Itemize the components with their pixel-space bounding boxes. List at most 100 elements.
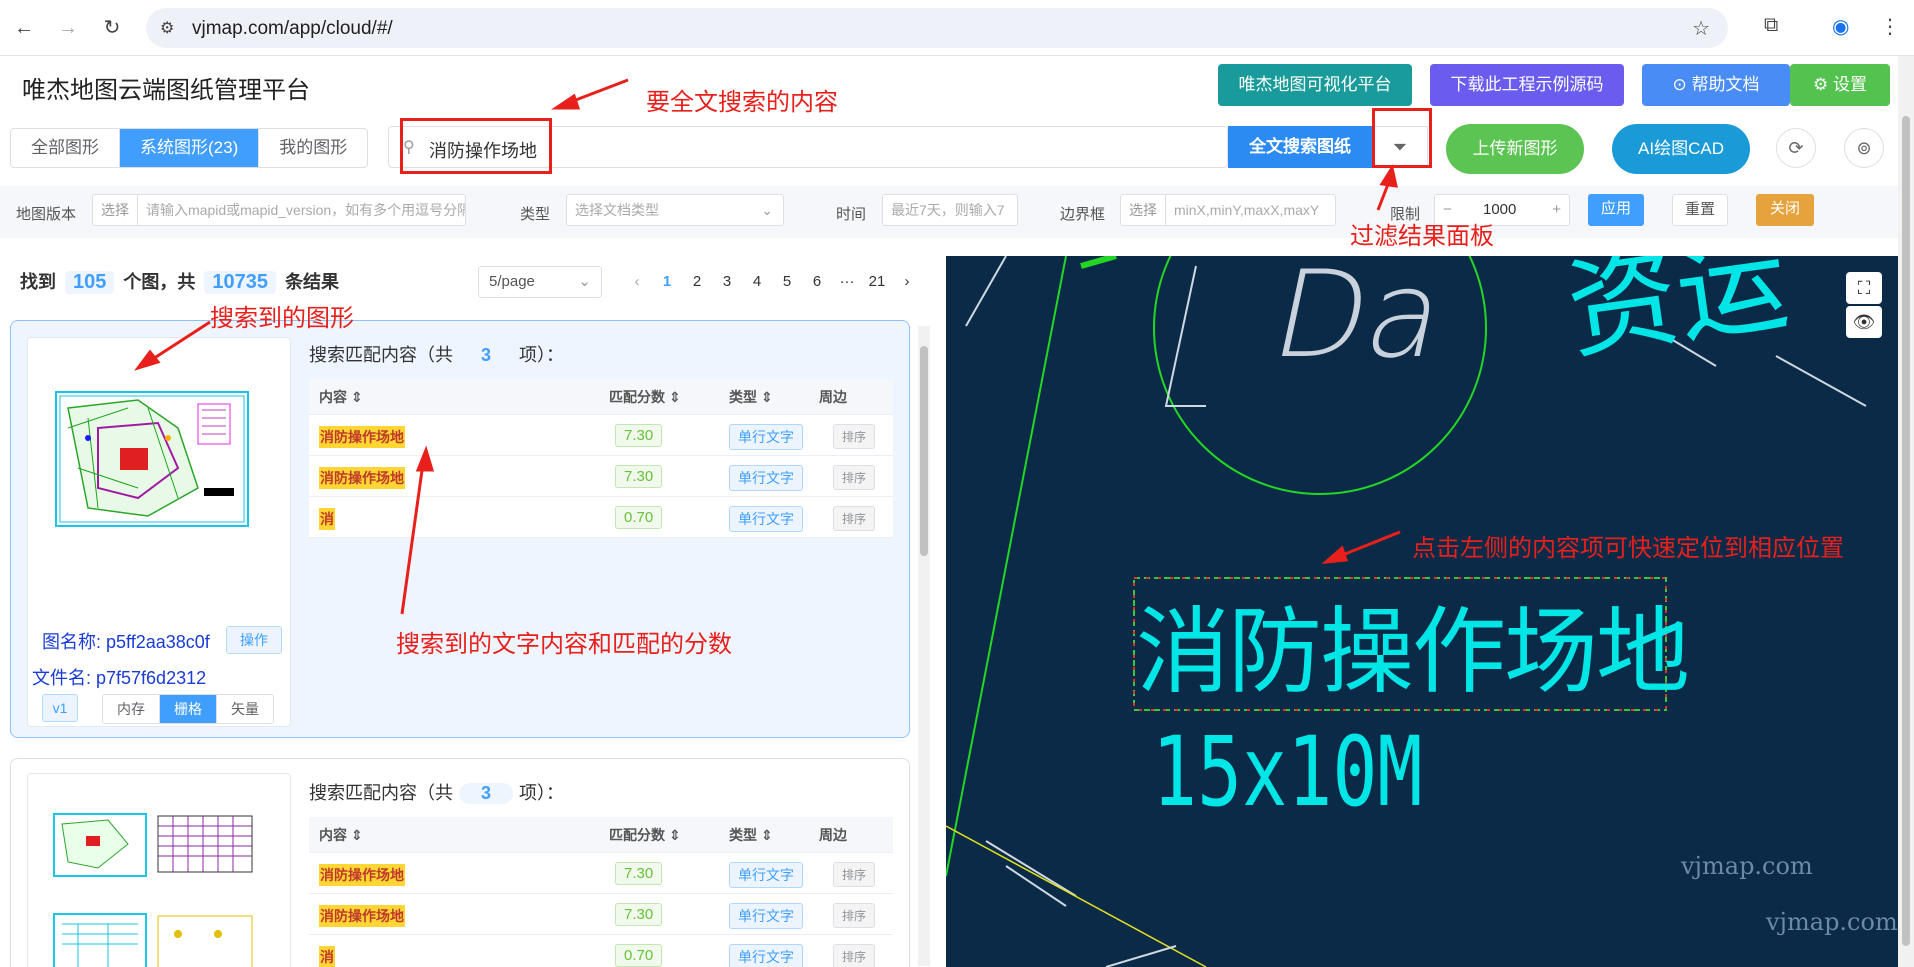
settings-button[interactable]: ⚙ 设置: [1790, 64, 1890, 106]
sort-button[interactable]: 排序: [833, 506, 876, 531]
col-score[interactable]: 匹配分数 ⇕: [609, 379, 681, 415]
match-count: 3: [459, 783, 513, 804]
mode-vector[interactable]: 矢量: [217, 695, 273, 723]
prev-page-icon[interactable]: ‹: [622, 266, 652, 298]
match-text[interactable]: 消防操作场地: [319, 905, 405, 927]
fulltext-search-button[interactable]: 全文搜索图纸: [1228, 126, 1372, 168]
found-mid: 个图，共: [123, 272, 196, 292]
extensions-icon[interactable]: ⧉: [1764, 14, 1778, 37]
match-text[interactable]: 消: [319, 946, 335, 967]
link-icon[interactable]: ⊚: [1844, 128, 1884, 168]
map-version-input[interactable]: 选择 请输入mapid或mapid_version，如有多个用逗号分隔: [92, 194, 466, 226]
tab-system[interactable]: 系统图形(23): [120, 129, 260, 167]
forward-arrow-icon[interactable]: →: [54, 14, 82, 42]
cad-sub-text: 15x10M: [1152, 716, 1423, 828]
help-docs-button[interactable]: ⊙ 帮助文档: [1642, 64, 1790, 106]
page-link[interactable]: 3: [712, 266, 742, 298]
type-select[interactable]: 选择文档类型 ⌄: [566, 194, 784, 226]
match-suffix: 项）：: [519, 783, 564, 803]
chevron-down-icon: ⌄: [761, 202, 773, 218]
match-prefix: 搜索匹配内容（共: [309, 345, 453, 365]
ai-cad-button[interactable]: AI绘图CAD: [1612, 124, 1750, 174]
sort-button[interactable]: 排序: [833, 903, 876, 928]
settings-label: 设置: [1832, 75, 1867, 94]
cad-main-text[interactable]: 消防操作场地: [1136, 576, 1690, 712]
table-row[interactable]: 消 0.70 单行文字 排序: [309, 935, 893, 967]
bbox-input[interactable]: 选择 minX,minY,maxX,maxY: [1120, 194, 1336, 226]
next-page-icon[interactable]: ›: [892, 266, 922, 298]
reload-icon[interactable]: ↻: [98, 14, 126, 42]
mode-raster[interactable]: 栅格: [160, 695, 217, 723]
match-text[interactable]: 消: [319, 508, 335, 530]
result-card[interactable]: 图名称: p5ff2aa38c0f 操作 文件名: p7f57f6d2312 v…: [10, 320, 910, 738]
map-thumbnail[interactable]: 图名称: p5ff2aa38c0f 操作 文件名: p7f57f6d2312 v…: [27, 337, 291, 727]
page-ellipsis[interactable]: ···: [832, 266, 862, 298]
page-link[interactable]: 4: [742, 266, 772, 298]
col-type-label: 类型: [729, 827, 757, 843]
page-link[interactable]: 1: [652, 266, 682, 298]
back-arrow-icon[interactable]: ←: [10, 14, 38, 42]
sort-button[interactable]: 排序: [833, 944, 876, 967]
table-header: 内容 ⇕ 匹配分数 ⇕ 类型 ⇕ 周边: [309, 817, 893, 853]
table-row[interactable]: 消防操作场地 7.30 单行文字 排序: [309, 894, 893, 935]
result-scrollbar[interactable]: [918, 326, 930, 966]
menu-dots-icon[interactable]: ⋮: [1880, 14, 1900, 39]
refresh-icon[interactable]: ⟳: [1776, 128, 1816, 168]
match-text[interactable]: 消防操作场地: [319, 864, 405, 886]
col-type[interactable]: 类型 ⇕: [729, 817, 773, 853]
page-scrollbar[interactable]: [1898, 56, 1914, 967]
version-tag[interactable]: v1: [42, 694, 78, 722]
address-bar[interactable]: ⚙ vjmap.com/app/cloud/#/ ☆: [146, 8, 1728, 48]
type-label: 类型: [520, 206, 551, 223]
help-docs-label: 帮助文档: [1691, 75, 1760, 94]
tab-all[interactable]: 全部图形: [11, 129, 120, 167]
col-score[interactable]: 匹配分数 ⇕: [609, 817, 681, 853]
table-row[interactable]: 消 0.70 单行文字 排序: [309, 497, 893, 538]
download-source-button[interactable]: 下载此工程示例源码: [1430, 64, 1624, 106]
category-tabs: 全部图形 系统图形(23) 我的图形: [10, 128, 369, 168]
scrollbar-thumb[interactable]: [920, 346, 928, 556]
map-version-select[interactable]: 选择: [101, 195, 138, 225]
sort-button[interactable]: 排序: [833, 465, 876, 490]
cad-map-view[interactable]: 资运 Da 消防操作场地 15x10M vjmap.com vjmap.com …: [946, 256, 1914, 967]
col-content[interactable]: 内容 ⇕: [319, 817, 363, 853]
bookmark-star-icon[interactable]: ☆: [1692, 16, 1710, 41]
bbox-select[interactable]: 选择: [1129, 195, 1166, 225]
result-card[interactable]: 搜索匹配内容（共 3 项）： 内容 ⇕ 匹配分数 ⇕ 类型 ⇕ 周边 消防操作场地 …: [10, 758, 910, 967]
match-type: 单行文字: [729, 424, 803, 450]
page-link[interactable]: 21: [862, 266, 892, 298]
watermark: vjmap.com: [1766, 908, 1898, 936]
plus-icon[interactable]: +: [1552, 195, 1561, 225]
page-link[interactable]: 6: [802, 266, 832, 298]
site-settings-icon[interactable]: ⚙: [160, 18, 174, 38]
profile-icon[interactable]: ◉: [1832, 14, 1849, 39]
page-size-select[interactable]: 5/page ⌄: [478, 266, 602, 298]
table-row[interactable]: 消防操作场地 7.30 单行文字 排序: [309, 415, 893, 456]
apply-button[interactable]: 应用: [1588, 194, 1644, 226]
page-link[interactable]: 5: [772, 266, 802, 298]
upload-button[interactable]: 上传新图形: [1446, 124, 1584, 174]
time-input[interactable]: 最近7天，则输入7: [882, 194, 1018, 226]
watermark: vjmap.com: [1681, 852, 1813, 880]
table-row[interactable]: 消防操作场地 7.30 单行文字 排序: [309, 456, 893, 497]
operate-button[interactable]: 操作: [226, 626, 282, 654]
visual-platform-button[interactable]: 唯杰地图可视化平台: [1218, 64, 1412, 106]
match-text[interactable]: 消防操作场地: [319, 426, 405, 448]
match-text[interactable]: 消防操作场地: [319, 467, 405, 489]
tab-mine[interactable]: 我的图形: [259, 129, 368, 167]
scrollbar-thumb[interactable]: [1902, 116, 1910, 946]
mode-memory[interactable]: 内存: [103, 695, 160, 723]
url-text[interactable]: vjmap.com/app/cloud/#/: [192, 18, 393, 40]
page-link[interactable]: 2: [682, 266, 712, 298]
file-name: 文件名: p7f57f6d2312: [32, 668, 207, 688]
col-type[interactable]: 类型 ⇕: [729, 379, 773, 415]
close-button[interactable]: 关闭: [1756, 194, 1814, 226]
sort-button[interactable]: 排序: [833, 862, 876, 887]
sort-button[interactable]: 排序: [833, 424, 876, 449]
table-row[interactable]: 消防操作场地 7.30 单行文字 排序: [309, 853, 893, 894]
map-thumbnail[interactable]: [27, 773, 291, 967]
col-content[interactable]: 内容 ⇕: [319, 379, 363, 415]
reset-button[interactable]: 重置: [1672, 194, 1728, 226]
eye-icon[interactable]: 👁: [1846, 306, 1882, 338]
fullscreen-icon[interactable]: ⛶: [1846, 272, 1882, 304]
